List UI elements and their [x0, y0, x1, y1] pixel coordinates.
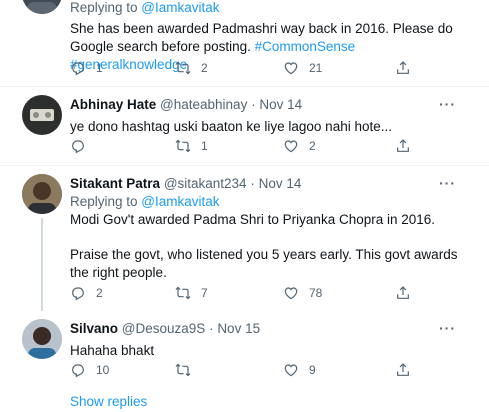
separator: · — [251, 97, 256, 112]
like-button[interactable]: 21 — [283, 60, 322, 76]
tweet-actions: 2 7 78 — [70, 285, 410, 303]
heart-icon — [283, 138, 299, 154]
thread-line — [41, 218, 43, 311]
share-button[interactable] — [395, 138, 411, 154]
retweet-button[interactable] — [175, 362, 201, 378]
avatar[interactable] — [22, 95, 62, 135]
tweet-text: ye dono hashtag uski baaton ke liye lago… — [70, 119, 392, 134]
like-count: 78 — [309, 286, 323, 300]
separator: · — [209, 321, 214, 336]
share-button[interactable] — [395, 285, 411, 301]
tweet-2[interactable]: Abhinay Hate @hateabhinay · Nov 14 ··· y… — [0, 87, 480, 165]
more-options-button[interactable]: ··· — [439, 175, 456, 191]
user-handle[interactable]: @sitakant234 — [164, 176, 247, 191]
reply-icon — [70, 362, 86, 378]
tweet-actions: 1 2 21 — [70, 60, 410, 78]
user-handle[interactable]: @hateabhinay — [160, 97, 247, 112]
like-count: 9 — [309, 363, 316, 377]
display-name[interactable]: Silvano — [70, 321, 118, 336]
tweet-text-line-2: Praise the govt, who listened you 5 year… — [70, 247, 458, 280]
retweet-count: 1 — [201, 139, 208, 153]
tweet-date[interactable]: Nov 14 — [259, 97, 302, 112]
reply-icon — [70, 60, 86, 76]
replying-handle-link[interactable]: @Iamkavitak — [141, 0, 219, 15]
more-options-button[interactable]: ··· — [439, 96, 456, 112]
tweet-4[interactable]: Silvano @Desouza9S · Nov 15 ··· Hahaha b… — [0, 311, 480, 386]
retweet-icon — [175, 362, 191, 378]
reply-count: 2 — [96, 286, 103, 300]
retweet-icon — [175, 285, 191, 301]
tweet-actions: 1 2 — [70, 138, 410, 156]
share-icon — [395, 60, 411, 76]
reply-icon — [70, 138, 86, 154]
retweet-icon — [175, 60, 191, 76]
user-handle[interactable]: @Desouza9S — [122, 321, 206, 336]
tweet-text: Hahaha bhakt — [70, 343, 155, 358]
reply-button[interactable] — [70, 138, 96, 154]
retweet-button[interactable]: 7 — [175, 285, 208, 301]
like-button[interactable]: 78 — [283, 285, 322, 301]
retweet-button[interactable]: 2 — [175, 60, 208, 76]
like-button[interactable]: 9 — [283, 362, 316, 378]
tweet-1[interactable]: Replying to @Iamkavitak She has been awa… — [0, 0, 480, 86]
tweet-3[interactable]: Sitakant Patra @sitakant234 · Nov 14 ···… — [0, 166, 480, 311]
replying-to: Replying to @Iamkavitak — [70, 193, 468, 211]
show-replies-link[interactable]: Show replies — [70, 394, 147, 409]
heart-icon — [283, 60, 299, 76]
reply-button[interactable]: 10 — [70, 362, 109, 378]
like-button[interactable]: 2 — [283, 138, 316, 154]
replying-prefix: Replying to — [70, 0, 142, 15]
reply-button[interactable]: 1 — [70, 60, 103, 76]
replying-prefix: Replying to — [70, 194, 142, 209]
tweet-actions: 10 9 — [70, 362, 410, 380]
share-icon — [395, 362, 411, 378]
more-options-button[interactable]: ··· — [439, 320, 456, 336]
reply-count: 10 — [96, 363, 110, 377]
tweet-header: Abhinay Hate @hateabhinay · Nov 14 — [70, 96, 468, 114]
tweet-text-line-1: Modi Gov't awarded Padma Shri to Priyank… — [70, 212, 436, 227]
separator: · — [250, 176, 255, 191]
reply-icon — [70, 285, 86, 301]
tweet-date[interactable]: Nov 15 — [217, 321, 260, 336]
heart-icon — [283, 362, 299, 378]
avatar[interactable] — [22, 174, 62, 214]
display-name[interactable]: Sitakant Patra — [70, 176, 160, 191]
reply-button[interactable]: 2 — [70, 285, 103, 301]
tweet-header: Silvano @Desouza9S · Nov 15 — [70, 320, 468, 338]
tweet-header: Sitakant Patra @sitakant234 · Nov 14 — [70, 175, 468, 193]
replying-handle-link[interactable]: @Iamkavitak — [141, 194, 219, 209]
avatar[interactable] — [22, 0, 62, 14]
like-count: 2 — [309, 139, 316, 153]
share-icon — [395, 138, 411, 154]
tweet-date[interactable]: Nov 14 — [259, 176, 302, 191]
replying-to: Replying to @Iamkavitak — [70, 0, 468, 17]
reply-count: 1 — [96, 61, 103, 75]
like-count: 21 — [309, 61, 323, 75]
share-button[interactable] — [395, 362, 411, 378]
share-icon — [395, 285, 411, 301]
display-name[interactable]: Abhinay Hate — [70, 97, 156, 112]
retweet-icon — [175, 138, 191, 154]
retweet-count: 2 — [201, 61, 208, 75]
retweet-count: 7 — [201, 286, 208, 300]
share-button[interactable] — [395, 60, 411, 76]
retweet-button[interactable]: 1 — [175, 138, 208, 154]
avatar[interactable] — [22, 319, 62, 359]
heart-icon — [283, 285, 299, 301]
